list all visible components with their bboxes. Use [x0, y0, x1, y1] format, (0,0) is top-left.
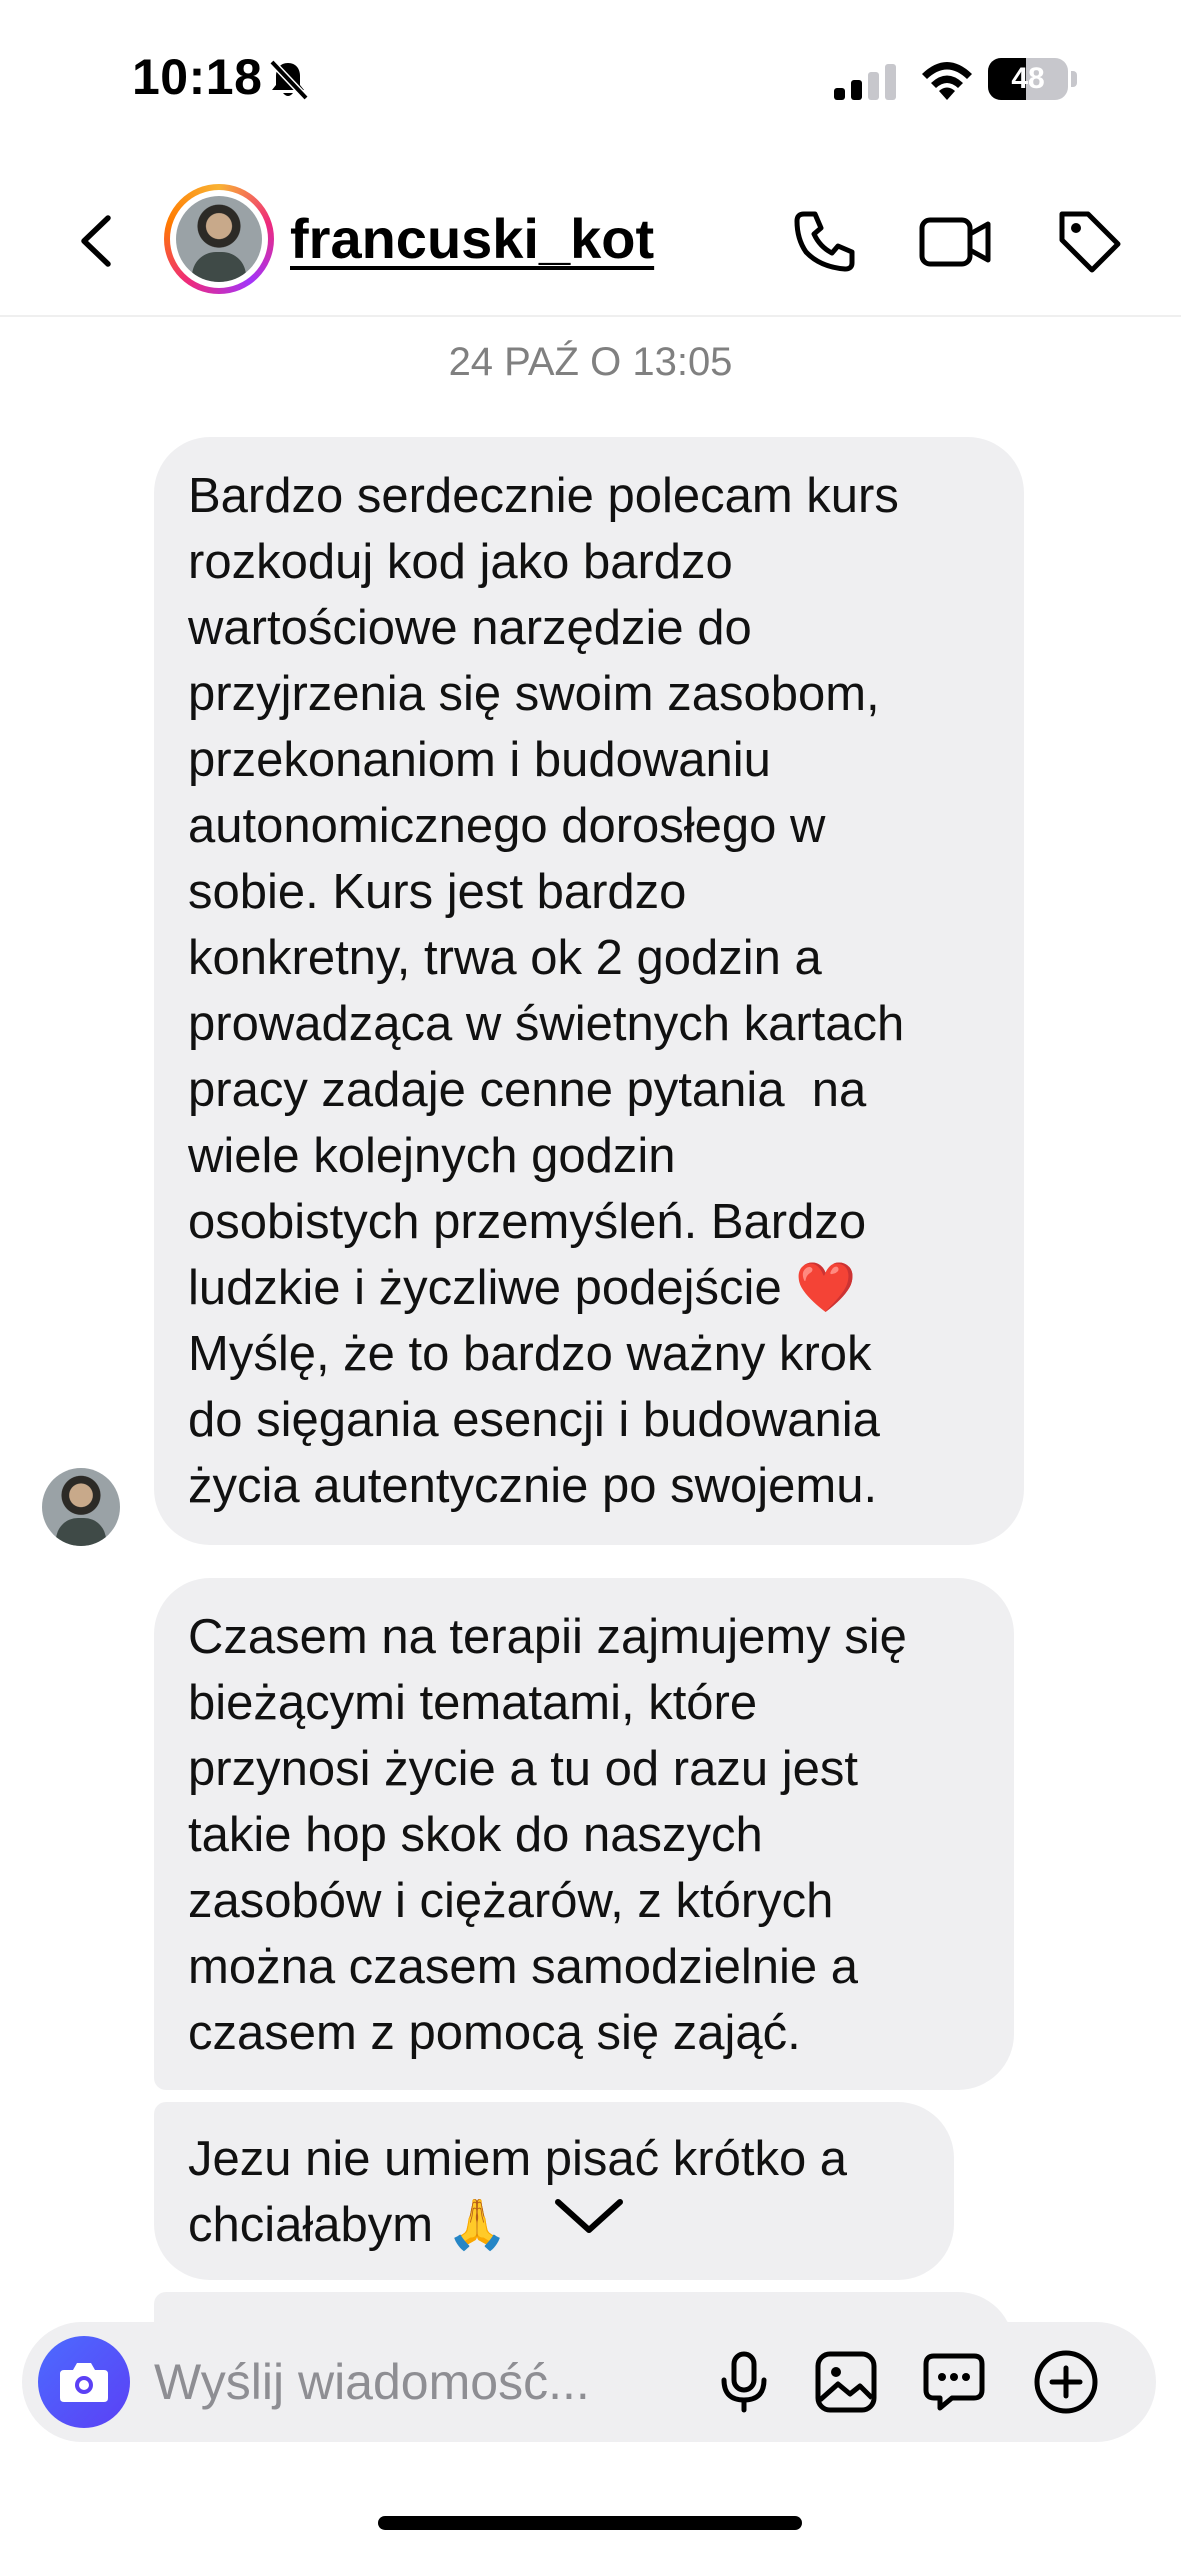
avatar-photo	[176, 196, 262, 282]
tag-icon[interactable]	[1054, 206, 1124, 276]
message-bubble[interactable]: Bardzo serdecznie polecam kurs rozkoduj …	[154, 437, 1024, 1545]
message-bubble[interactable]: Czasem na terapii zajmujemy się bieżącym…	[154, 1578, 1014, 2090]
chevron-down-icon[interactable]	[546, 2184, 632, 2250]
camera-button[interactable]	[38, 2336, 130, 2428]
battery-percent: 48	[1011, 62, 1045, 95]
plus-icon[interactable]	[1032, 2348, 1100, 2416]
sticker-icon[interactable]	[922, 2350, 986, 2414]
status-time: 10:18	[132, 49, 263, 105]
gallery-icon[interactable]	[814, 2350, 878, 2414]
battery-cap	[1071, 71, 1077, 87]
sender-avatar[interactable]	[42, 1468, 120, 1546]
date-separator: 24 PAŹ O 13:05	[448, 340, 733, 384]
cellular-signal-icon	[834, 64, 896, 100]
wifi-icon	[922, 62, 972, 100]
status-bar: 10:18 48	[0, 0, 1181, 150]
message-composer	[22, 2322, 1156, 2442]
contact-avatar[interactable]	[164, 184, 274, 294]
message-input[interactable]	[154, 2352, 674, 2412]
camera-icon	[60, 2363, 108, 2402]
contact-username[interactable]: francuski_kot	[290, 206, 654, 271]
avatar-border	[170, 190, 268, 288]
back-chevron-icon[interactable]	[62, 206, 132, 276]
phone-icon[interactable]	[790, 206, 860, 276]
video-camera-icon[interactable]	[918, 206, 994, 276]
microphone-icon[interactable]	[712, 2350, 776, 2414]
battery-body: 48	[988, 58, 1068, 100]
home-indicator[interactable]	[378, 2516, 802, 2530]
battery-indicator: 48	[988, 58, 1078, 100]
chat-header: francuski_kot	[0, 170, 1181, 317]
bell-slash-icon	[269, 59, 309, 101]
